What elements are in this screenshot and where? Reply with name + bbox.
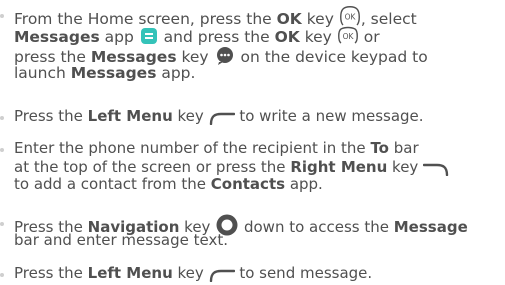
bullet xyxy=(0,273,4,277)
svg-text:OK: OK xyxy=(344,13,356,22)
bullet xyxy=(0,222,4,226)
svg-text:OK: OK xyxy=(342,32,354,41)
step-5-line-1: Press the Left Menu key to send message. xyxy=(14,265,372,285)
bullet xyxy=(0,14,4,18)
messages-key-icon xyxy=(214,46,236,69)
step-2-line-1: Press the Left Menu key to write a new m… xyxy=(14,108,424,128)
bullet xyxy=(0,148,4,152)
step-1-line-4: launch Messages app. xyxy=(14,64,196,82)
step-3-line-3: to add a contact from the Contacts app. xyxy=(14,175,323,193)
right-menu-key-icon xyxy=(422,162,449,179)
step-4-line-2: bar and enter message text. xyxy=(14,231,228,249)
left-menu-key-icon xyxy=(209,268,235,285)
left-menu-key-icon xyxy=(209,111,235,128)
step-3-line-1: Enter the phone number of the recipient … xyxy=(14,139,419,157)
bullet xyxy=(0,116,4,120)
